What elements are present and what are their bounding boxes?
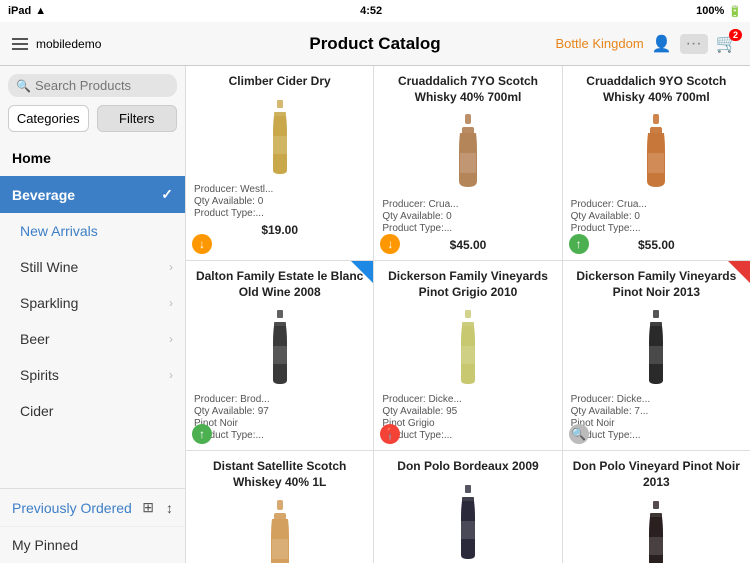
nav-right: Bottle Kingdom 👤 ··· 🛒 2 [556, 33, 739, 54]
sidebar-nav: Home Beverage ✓ New Arrivals Still Wine … [0, 140, 185, 488]
status-icon: ↓ [380, 234, 400, 254]
grid-view-icon[interactable]: ⊞ [142, 499, 154, 516]
product-area: Climber Cider Dry Producer: Westl...Qty … [186, 66, 750, 563]
product-grid: Climber Cider Dry Producer: Westl...Qty … [186, 66, 750, 563]
sidebar-item-sparkling[interactable]: Sparkling › [0, 285, 185, 321]
search-container: 🔍 [0, 66, 185, 105]
product-name: Dickerson Family Vineyards Pinot Grigio … [382, 269, 553, 300]
sidebar-item-still-wine[interactable]: Still Wine › [0, 249, 185, 285]
cart-count: 2 [729, 29, 742, 41]
product-info: Producer: Crua...Qty Available: 0Product… [571, 199, 742, 235]
ribbon-tag [351, 261, 373, 283]
chevron-right-icon: › [169, 332, 173, 346]
product-image [260, 98, 300, 178]
product-name: Dickerson Family Vineyards Pinot Noir 20… [571, 269, 742, 300]
main-layout: 🔍 Categories Filters Home Beverage ✓ New… [0, 66, 750, 563]
sidebar-bottom: Previously Ordered ⊞ ↕ My Pinned [0, 488, 185, 563]
arrow-icon[interactable]: ↕ [166, 500, 173, 516]
filter-buttons: Categories Filters [0, 105, 185, 140]
status-time: 4:52 [360, 5, 382, 17]
product-card[interactable]: Dickerson Family Vineyards Pinot Grigio … [374, 261, 561, 450]
product-image [636, 113, 676, 193]
store-name-label: Bottle Kingdom [556, 36, 644, 51]
status-right: 100% 🔋 [696, 5, 742, 18]
hamburger-button[interactable] [12, 38, 28, 50]
product-card[interactable]: Distant Satellite Scotch Whiskey 40% 1L … [186, 451, 373, 563]
product-card[interactable]: Don Polo Vineyard Pinot Noir 2013 Produc… [563, 451, 750, 563]
categories-button[interactable]: Categories [8, 105, 89, 132]
product-price: $55.00 [638, 238, 675, 252]
product-name: Distant Satellite Scotch Whiskey 40% 1L [194, 459, 365, 490]
search-box: 🔍 [8, 74, 177, 97]
product-image [448, 113, 488, 193]
sidebar-item-previously-ordered[interactable]: Previously Ordered ⊞ ↕ [0, 489, 185, 526]
product-image [448, 308, 488, 388]
status-icon: 🔍 [569, 424, 589, 444]
product-info: Producer: Dicke...Qty Available: 95Pinot… [382, 394, 553, 442]
product-card[interactable]: Don Polo Bordeaux 2009 Producer: Don...Q… [374, 451, 561, 563]
product-image [448, 483, 488, 563]
product-card[interactable]: Dalton Family Estate le Blanc Old Wine 2… [186, 261, 373, 450]
sidebar-item-spirits[interactable]: Spirits › [0, 357, 185, 393]
sidebar-item-new-arrivals[interactable]: New Arrivals [0, 213, 185, 249]
store-mobile-label: mobiledemo [36, 37, 101, 51]
product-name: Cruaddalich 7YO Scotch Whisky 40% 700ml [382, 74, 553, 105]
product-name: Climber Cider Dry [229, 74, 331, 90]
product-image [636, 308, 676, 388]
status-icon: ↑ [569, 234, 589, 254]
product-image [260, 499, 300, 563]
nav-bar: mobiledemo Product Catalog Bottle Kingdo… [0, 22, 750, 66]
battery-label: 100% [696, 5, 724, 17]
chevron-right-icon: › [169, 368, 173, 382]
product-card[interactable]: Dickerson Family Vineyards Pinot Noir 20… [563, 261, 750, 450]
battery-icon: 🔋 [728, 5, 742, 18]
sidebar-item-beer[interactable]: Beer › [0, 321, 185, 357]
ipad-label: iPad [8, 5, 31, 17]
chevron-right-icon: › [169, 296, 173, 310]
product-info: Producer: Brod...Qty Available: 97Pinot … [194, 394, 365, 442]
search-icon: 🔍 [16, 79, 31, 93]
product-info: Producer: Dicke...Qty Available: 7...Pin… [571, 394, 742, 442]
product-info: Producer: Crua...Qty Available: 0Product… [382, 199, 553, 235]
ribbon-tag [728, 261, 750, 283]
product-name: Cruaddalich 9YO Scotch Whisky 40% 700ml [571, 74, 742, 105]
checkmark-icon: ✓ [161, 186, 173, 203]
sidebar-item-my-pinned[interactable]: My Pinned [0, 526, 185, 563]
filters-button[interactable]: Filters [97, 105, 178, 132]
product-name: Don Polo Vineyard Pinot Noir 2013 [571, 459, 742, 490]
product-card[interactable]: Cruaddalich 9YO Scotch Whisky 40% 700ml … [563, 66, 750, 260]
product-card[interactable]: Climber Cider Dry Producer: Westl...Qty … [186, 66, 373, 260]
product-card[interactable]: Cruaddalich 7YO Scotch Whisky 40% 700ml … [374, 66, 561, 260]
product-name: Don Polo Bordeaux 2009 [397, 459, 538, 475]
status-icon: ↓ [192, 234, 212, 254]
status-left: iPad ▲ [8, 5, 46, 17]
nav-title: Product Catalog [309, 34, 440, 54]
sidebar-item-cider[interactable]: Cider [0, 393, 185, 429]
search-input[interactable] [35, 78, 169, 93]
wifi-icon: ▲ [35, 5, 46, 17]
chevron-right-icon: › [169, 260, 173, 274]
sidebar-item-beverage[interactable]: Beverage ✓ [0, 176, 185, 213]
product-image [636, 499, 676, 563]
product-price: $19.00 [261, 223, 298, 237]
product-price: $45.00 [450, 238, 487, 252]
more-button[interactable]: ··· [680, 34, 708, 54]
product-image [260, 308, 300, 388]
sidebar-item-home[interactable]: Home [0, 140, 185, 176]
sidebar: 🔍 Categories Filters Home Beverage ✓ New… [0, 66, 186, 563]
cart-button[interactable]: 🛒 2 [716, 33, 738, 54]
product-info: Producer: Westl...Qty Available: 0Produc… [194, 184, 365, 220]
nav-left: mobiledemo [12, 37, 101, 51]
product-name: Dalton Family Estate le Blanc Old Wine 2… [194, 269, 365, 300]
user-icon[interactable]: 👤 [652, 34, 672, 54]
status-bar: iPad ▲ 4:52 100% 🔋 [0, 0, 750, 22]
